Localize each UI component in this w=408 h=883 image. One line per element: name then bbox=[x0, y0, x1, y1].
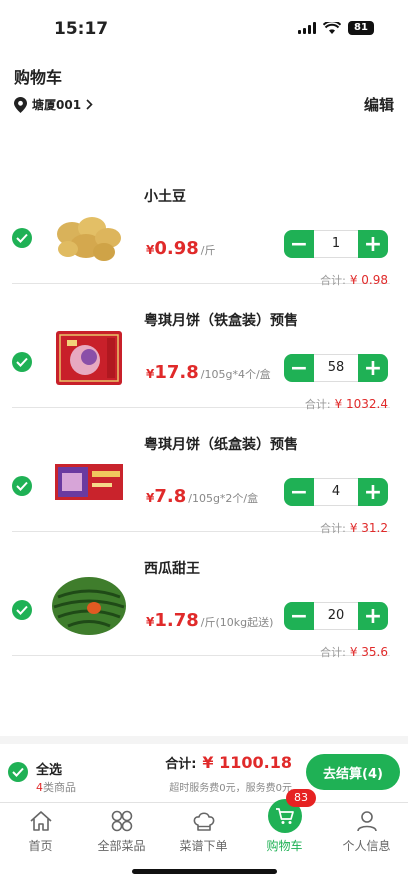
cellular-signal-icon bbox=[298, 22, 316, 34]
chef-hat-icon bbox=[193, 812, 214, 831]
product-name[interactable]: 粤琪月饼（铁盒装）预售 bbox=[144, 310, 298, 330]
order-total: 合计: ¥ 1100.18 bbox=[165, 753, 292, 772]
category-count: 4类商品 bbox=[36, 781, 76, 794]
checkmark-icon bbox=[16, 481, 28, 491]
cart-item-watermelon: 西瓜甜王 ¥1.78/斤(10kg起送) − 20 + 合计: ¥ 35.6 bbox=[12, 532, 390, 659]
home-icon bbox=[29, 811, 52, 831]
quantity-stepper: − 1 + bbox=[284, 230, 388, 258]
item-checkbox[interactable] bbox=[12, 228, 32, 248]
item-checkbox[interactable] bbox=[12, 476, 32, 496]
increase-button[interactable]: + bbox=[358, 602, 388, 630]
product-name[interactable]: 粤琪月饼（纸盒装）预售 bbox=[144, 434, 298, 454]
select-all-label[interactable]: 全选 bbox=[36, 759, 62, 778]
page-title: 购物车 bbox=[14, 68, 63, 87]
checkmark-icon bbox=[16, 605, 28, 615]
checkout-bar: 全选 4类商品 合计: ¥ 1100.18 超时服务费0元，服务费0元 去结算(4… bbox=[0, 744, 408, 802]
decrease-button[interactable]: − bbox=[284, 354, 314, 382]
product-price: ¥7.8/105g*2个/盒 bbox=[146, 486, 259, 507]
product-image-mooncake-tin[interactable] bbox=[48, 326, 130, 390]
wifi-icon bbox=[323, 21, 341, 34]
status-icons: 81 bbox=[298, 21, 374, 35]
status-time: 15:17 bbox=[54, 19, 109, 39]
status-bar: 15:17 81 bbox=[0, 0, 408, 56]
product-price: ¥1.78/斤(10kg起送) bbox=[146, 610, 274, 631]
location-selector[interactable]: 塘厦001 bbox=[14, 96, 93, 113]
quantity-value[interactable]: 58 bbox=[315, 355, 357, 383]
battery-icon: 81 bbox=[348, 21, 374, 35]
service-fee-note: 超时服务费0元，服务费0元 bbox=[169, 783, 292, 794]
product-image-mooncake-paper[interactable] bbox=[48, 450, 130, 514]
product-name[interactable]: 西瓜甜王 bbox=[144, 558, 200, 578]
tab-all-dishes[interactable]: 全部菜品 bbox=[81, 807, 162, 857]
checkmark-icon bbox=[12, 767, 24, 777]
checkmark-icon bbox=[16, 357, 28, 367]
grid-icon bbox=[111, 810, 132, 832]
person-icon bbox=[356, 811, 377, 832]
product-price: ¥0.98/斤 bbox=[146, 238, 216, 259]
decrease-button[interactable]: − bbox=[284, 230, 314, 258]
quantity-stepper: − 58 + bbox=[284, 354, 388, 382]
increase-button[interactable]: + bbox=[358, 354, 388, 382]
increase-button[interactable]: + bbox=[358, 230, 388, 258]
home-indicator bbox=[132, 869, 277, 874]
edit-button[interactable]: 编辑 bbox=[364, 94, 394, 115]
tab-cart[interactable]: 83 购物车 bbox=[244, 789, 325, 857]
quantity-value[interactable]: 20 bbox=[315, 603, 357, 631]
cart-item-potato: 小土豆 ¥0.98/斤 − 1 + 合计: ¥ 0.98 bbox=[12, 160, 390, 287]
location-label: 塘厦001 bbox=[32, 98, 82, 112]
decrease-button[interactable]: − bbox=[284, 602, 314, 630]
cart-item-mooncake-paper: 粤琪月饼（纸盒装）预售 ¥7.8/105g*2个/盒 − 4 + 合计: ¥ 31… bbox=[12, 408, 390, 535]
quantity-value[interactable]: 1 bbox=[315, 231, 357, 259]
decrease-button[interactable]: − bbox=[284, 478, 314, 506]
product-price: ¥17.8/105g*4个/盒 bbox=[146, 362, 271, 383]
location-pin-icon bbox=[14, 96, 27, 113]
quantity-stepper: − 4 + bbox=[284, 478, 388, 506]
quantity-value[interactable]: 4 bbox=[315, 479, 357, 507]
item-checkbox[interactable] bbox=[12, 352, 32, 372]
checkout-button[interactable]: 去结算(4) bbox=[306, 754, 400, 790]
item-checkbox[interactable] bbox=[12, 600, 32, 620]
item-subtotal: 合计: ¥ 35.6 bbox=[320, 645, 388, 659]
tab-home[interactable]: 首页 bbox=[0, 807, 81, 857]
header: 购物车 塘厦001 编辑 bbox=[0, 56, 408, 144]
quantity-stepper: − 20 + bbox=[284, 602, 388, 630]
cart-item-mooncake-tin: 粤琪月饼（铁盒装）预售 ¥17.8/105g*4个/盒 − 58 + 合计: ¥ … bbox=[12, 284, 390, 411]
cart-count-badge: 83 bbox=[286, 789, 316, 807]
select-all-checkbox[interactable] bbox=[8, 762, 28, 782]
tab-recipe-order[interactable]: 菜谱下单 bbox=[163, 807, 244, 857]
product-name[interactable]: 小土豆 bbox=[144, 186, 186, 206]
product-image-potato[interactable] bbox=[48, 202, 130, 266]
checkmark-icon bbox=[16, 233, 28, 243]
tab-profile[interactable]: 个人信息 bbox=[326, 807, 407, 857]
product-image-watermelon[interactable] bbox=[48, 574, 130, 638]
chevron-right-icon bbox=[86, 99, 93, 110]
increase-button[interactable]: + bbox=[358, 478, 388, 506]
cart-list: 小土豆 ¥0.98/斤 − 1 + 合计: ¥ 0.98 粤琪月饼（铁盒装）预售… bbox=[0, 144, 408, 736]
